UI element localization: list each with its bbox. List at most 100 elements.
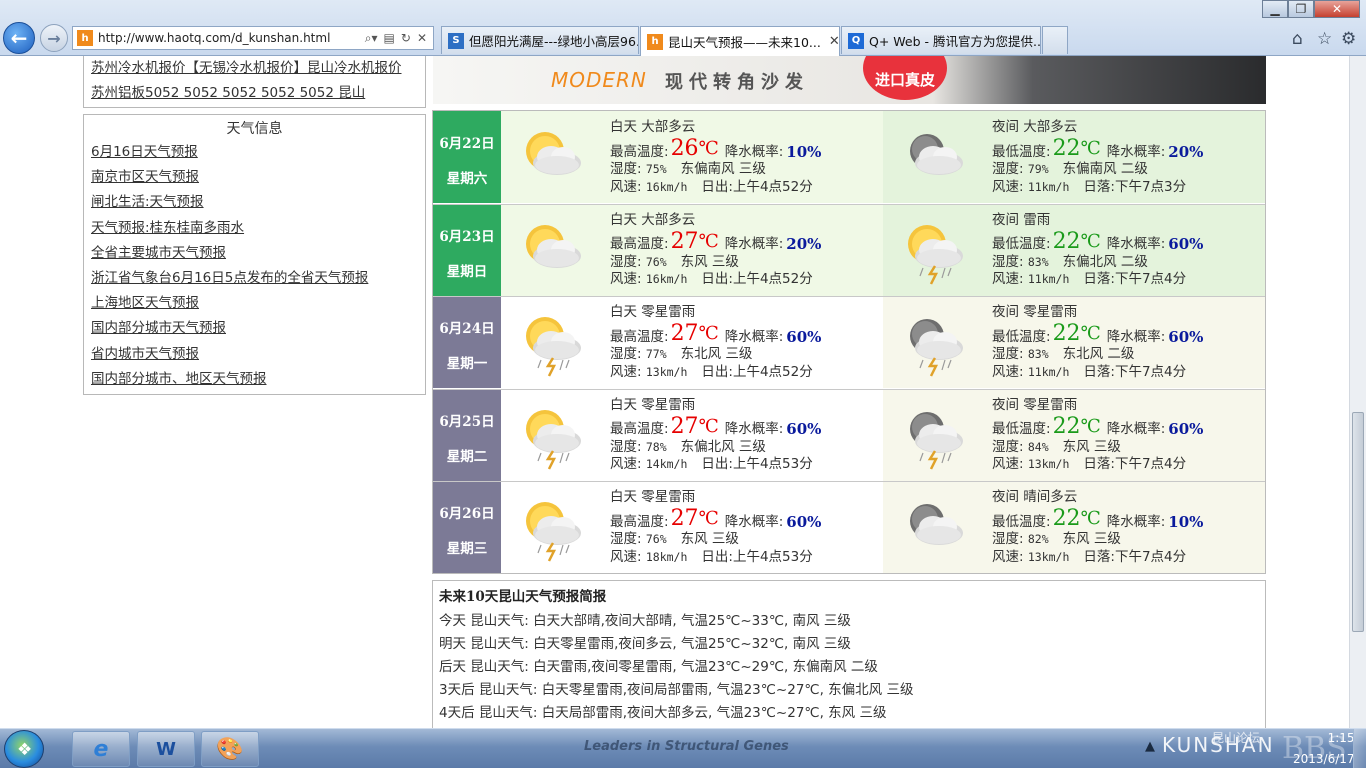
wind-direction: 东风 三级 <box>1062 531 1121 548</box>
ad-link[interactable]: 苏州铝板5052 5052 5052 5052 5052 昆山 <box>91 81 365 101</box>
partly-cloudy-day-icon <box>515 216 587 288</box>
scrollbar-thumb[interactable] <box>1352 412 1364 632</box>
temperature-value: 26 <box>670 136 699 161</box>
humidity-label: 湿度: <box>610 161 642 177</box>
wind-speed-value: 13km/h <box>645 364 688 379</box>
maximize-button[interactable]: ❐ <box>1288 0 1314 18</box>
tray-chevron-icon[interactable]: ▲ <box>1145 739 1155 754</box>
night-forecast: 夜间 零星雷雨 最低温度: 22 ℃ 降水概率: 60% 湿度: 83% 东北风 二级 风速: … <box>883 296 1265 389</box>
pop-label: 降水概率: <box>1106 143 1166 160</box>
wind-direction: 东偏南风 二级 <box>1062 161 1148 177</box>
wind-speed-value: 11km/h <box>1027 179 1070 194</box>
wind-direction: 东北风 二级 <box>1062 346 1135 363</box>
humidity-value: 83% <box>1027 254 1049 269</box>
weekday-text: 星期日 <box>446 263 488 280</box>
temp-label: 最低温度: <box>992 143 1051 160</box>
weather-info-link[interactable]: 省内城市天气预报 <box>91 342 425 367</box>
site-favicon-icon: h <box>77 30 93 46</box>
row-divider <box>433 296 1265 298</box>
wind-speed-label: 风速: <box>610 271 642 288</box>
date-text: 6月22日 <box>439 136 495 152</box>
temp-unit: ℃ <box>698 415 719 437</box>
wind-speed-label: 风速: <box>992 363 1024 380</box>
temperature-value: 22 <box>1052 136 1081 161</box>
sun-label: 日落: <box>1083 456 1115 473</box>
close-window-button[interactable]: ✕ <box>1314 0 1360 18</box>
weather-info-link[interactable]: 6月16日天气预报 <box>91 140 425 165</box>
humidity-value: 82% <box>1027 532 1049 547</box>
temp-unit: ℃ <box>1080 508 1101 530</box>
pop-label: 降水概率: <box>724 143 784 160</box>
weekday-text: 星期六 <box>446 171 488 187</box>
sofa-ad-banner[interactable]: MODERN 现代转角沙发 进口真皮 <box>433 56 1266 104</box>
stop-icon[interactable]: ✕ <box>417 31 427 45</box>
system-clock[interactable]: 1:15 2013/6/17 <box>1293 731 1355 766</box>
word-taskbar-icon[interactable]: W <box>137 731 195 767</box>
weather-info-link[interactable]: 南京市区天气预报 <box>91 165 425 190</box>
humidity-label: 湿度: <box>610 253 642 270</box>
summary-title: 未来10天昆山天气预报简报 <box>439 589 607 605</box>
night-forecast: 夜间 晴间多云 最低温度: 22 ℃ 降水概率: 10% 湿度: 82% 东风 三级 风速: 1… <box>883 481 1265 574</box>
search-icon[interactable]: ⌕▾ <box>365 31 378 46</box>
wind-speed-label: 风速: <box>610 363 642 380</box>
day-forecast: 白天 大部多云 最高温度: 27 ℃ 降水概率: 20% 湿度: 76% 东风 三级 风速: 1… <box>501 203 883 296</box>
temp-unit: ℃ <box>1080 230 1101 252</box>
weather-info-link[interactable]: 天气预报:桂东桂南多雨水 <box>91 216 425 241</box>
date-cell: 6月24日 星期一 <box>433 296 501 389</box>
humidity-value: 84% <box>1027 439 1049 454</box>
temperature-value: 27 <box>670 506 699 532</box>
humidity-label: 湿度: <box>992 346 1024 363</box>
weather-info-link[interactable]: 闸北生活:天气预报 <box>91 190 425 215</box>
ad-link[interactable]: 苏州冷水机报价【无锡冷水机报价】昆山冷水机报价 <box>91 56 402 76</box>
weather-info-link[interactable]: 上海地区天气预报 <box>91 291 425 316</box>
condition-text: 夜间 大部多云 <box>992 119 1078 135</box>
forecast-row: 6月24日 星期一 白天 零星雷雨 最高温度: 27 ℃ 降水概率: 60% 湿度: 77% 东北… <box>433 296 1265 389</box>
compat-icon[interactable]: ▤ <box>384 31 395 45</box>
forward-button[interactable]: → <box>40 24 68 52</box>
date-cell: 6月23日 星期日 <box>433 203 501 296</box>
sun-time: 上午4点52分 <box>732 178 813 195</box>
sun-time: 上午4点53分 <box>732 456 813 473</box>
clock-date: 2013/6/17 <box>1293 752 1355 766</box>
sun-label: 日落: <box>1083 271 1115 288</box>
sun-label: 日落: <box>1083 363 1115 380</box>
pop-label: 降水概率: <box>724 513 784 530</box>
back-button[interactable]: ← <box>3 22 35 54</box>
url-text[interactable]: http://www.haotq.com/d_kunshan.html <box>98 31 365 45</box>
humidity-label: 湿度: <box>610 531 642 548</box>
show-desktop-button[interactable] <box>1353 729 1366 768</box>
weather-info-link[interactable]: 国内部分城市天气预报 <box>91 316 425 341</box>
close-tab-icon[interactable]: ✕ <box>829 34 839 49</box>
humidity-label: 湿度: <box>992 531 1024 548</box>
refresh-icon[interactable]: ↻ <box>401 31 411 45</box>
temp-unit: ℃ <box>1080 138 1101 159</box>
tab-1[interactable]: S 但愿阳光满屋---绿地小高层96... <box>441 26 639 54</box>
weather-info-link[interactable]: 浙江省气象台6月16日5点发布的全省天气预报 <box>91 266 425 291</box>
minimize-button[interactable]: ▁ <box>1262 0 1288 18</box>
paint-taskbar-icon[interactable]: 🎨 <box>201 731 259 767</box>
address-bar[interactable]: h http://www.haotq.com/d_kunshan.html ⌕▾… <box>72 26 434 50</box>
weather-info-link[interactable]: 国内部分城市、地区天气预报 <box>91 367 425 392</box>
temp-label: 最高温度: <box>610 236 669 253</box>
home-icon[interactable]: ⌂ <box>1292 29 1303 49</box>
ad-modern-text: MODERN <box>551 68 647 92</box>
temperature-value: 22 <box>1052 228 1081 254</box>
temp-label: 最低温度: <box>992 421 1051 438</box>
tab-2[interactable]: h 昆山天气预报——未来10... ✕ <box>640 26 840 56</box>
settings-gear-icon[interactable]: ⚙ <box>1341 29 1356 49</box>
vertical-scrollbar[interactable] <box>1349 56 1366 728</box>
humidity-value: 76% <box>645 254 667 269</box>
ie-taskbar-icon[interactable]: e <box>72 731 130 767</box>
start-button[interactable]: ❖ <box>4 730 44 768</box>
tab-3[interactable]: Q Q+ Web - 腾讯官方为您提供... <box>841 26 1041 54</box>
pop-value: 10% <box>1168 512 1204 531</box>
wind-direction: 东偏北风 二级 <box>1062 253 1148 270</box>
condition-text: 白天 零星雷雨 <box>610 489 696 506</box>
weather-info-link[interactable]: 全省主要城市天气预报 <box>91 241 425 266</box>
pop-value: 60% <box>786 512 822 531</box>
favorites-star-icon[interactable]: ☆ <box>1317 29 1332 49</box>
wind-direction: 东风 三级 <box>680 253 739 270</box>
new-tab-button[interactable] <box>1042 26 1068 54</box>
sun-label: 日出: <box>701 363 733 380</box>
wind-speed-label: 风速: <box>610 456 642 473</box>
